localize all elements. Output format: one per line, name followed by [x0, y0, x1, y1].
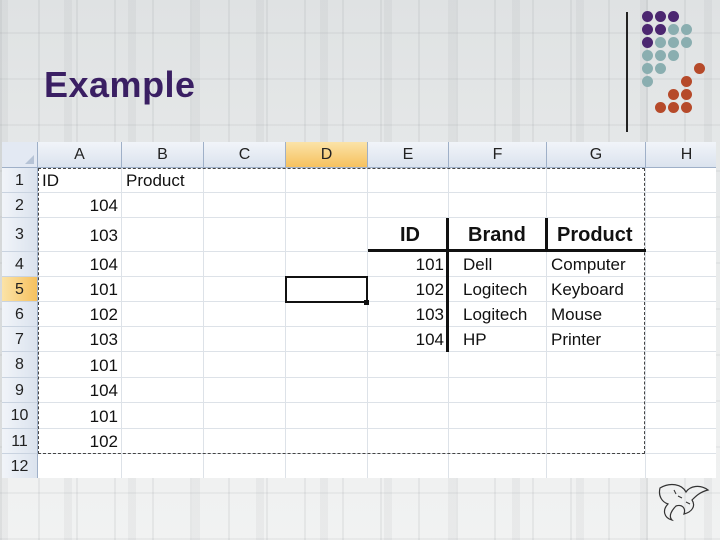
- dot: [681, 37, 692, 48]
- dragon-logo-icon: [658, 483, 710, 522]
- dot: [642, 24, 653, 35]
- dot: [668, 24, 679, 35]
- column-header-h[interactable]: H: [646, 142, 716, 168]
- lookup-cell-e5[interactable]: 102: [368, 280, 444, 300]
- row-header-5[interactable]: 5: [2, 277, 38, 302]
- dot: [668, 11, 679, 22]
- row-header-1[interactable]: 1: [2, 168, 38, 193]
- lookup-cell-e4[interactable]: 101: [368, 255, 444, 275]
- dot: [655, 102, 666, 113]
- dot: [668, 50, 679, 61]
- lookup-cell-g5[interactable]: Keyboard: [551, 280, 624, 300]
- row-header-4[interactable]: 4: [2, 252, 38, 277]
- column-header-f[interactable]: F: [449, 142, 547, 168]
- dot: [668, 37, 679, 48]
- column-header-c[interactable]: C: [204, 142, 286, 168]
- gridline: [645, 168, 646, 478]
- lookup-header-id[interactable]: ID: [368, 224, 420, 247]
- dot: [668, 89, 679, 100]
- dot: [681, 89, 692, 100]
- dot: [655, 11, 666, 22]
- dot: [694, 63, 705, 74]
- row-header-8[interactable]: 8: [2, 352, 38, 378]
- lookup-cell-g6[interactable]: Mouse: [551, 305, 602, 325]
- dot: [642, 11, 653, 22]
- row-header-12[interactable]: 12: [2, 454, 38, 478]
- dot: [642, 37, 653, 48]
- row-header-3[interactable]: 3: [2, 218, 38, 252]
- lookup-cell-f7[interactable]: HP: [463, 330, 487, 350]
- dot: [668, 102, 679, 113]
- lookup-cell-f5[interactable]: Logitech: [463, 280, 527, 300]
- dot: [655, 37, 666, 48]
- column-header-g[interactable]: G: [547, 142, 646, 168]
- spreadsheet: A B C D E F G H 1 2 3 4 5 6 7 8 9 10 11 …: [2, 142, 716, 478]
- column-header-e[interactable]: E: [368, 142, 449, 168]
- lookup-cell-e6[interactable]: 103: [368, 305, 444, 325]
- table-column-border: [446, 218, 449, 352]
- dot: [655, 24, 666, 35]
- lookup-cell-g7[interactable]: Printer: [551, 330, 601, 350]
- table-header-border: [368, 249, 646, 252]
- dot: [655, 50, 666, 61]
- lookup-cell-f4[interactable]: Dell: [463, 255, 492, 275]
- dot: [681, 24, 692, 35]
- dot: [681, 76, 692, 87]
- lookup-header-product[interactable]: Product: [557, 224, 633, 247]
- row-header-9[interactable]: 9: [2, 378, 38, 403]
- dot: [681, 102, 692, 113]
- lookup-cell-g4[interactable]: Computer: [551, 255, 626, 275]
- row-header-11[interactable]: 11: [2, 429, 38, 454]
- row-header-6[interactable]: 6: [2, 302, 38, 327]
- row-header-10[interactable]: 10: [2, 403, 38, 429]
- select-all-icon: [25, 155, 34, 164]
- row-header-7[interactable]: 7: [2, 327, 38, 352]
- dot: [642, 63, 653, 74]
- lookup-cell-f6[interactable]: Logitech: [463, 305, 527, 325]
- dot: [642, 50, 653, 61]
- dot: [655, 63, 666, 74]
- select-all-button[interactable]: [2, 142, 38, 168]
- lookup-cell-e7[interactable]: 104: [368, 330, 444, 350]
- row-header-2[interactable]: 2: [2, 193, 38, 218]
- lookup-header-brand[interactable]: Brand: [468, 224, 526, 247]
- column-header-d[interactable]: D: [286, 142, 368, 168]
- column-header-a[interactable]: A: [38, 142, 122, 168]
- slide-title: Example: [44, 64, 196, 105]
- active-cell-d5[interactable]: [285, 276, 368, 303]
- dot: [642, 76, 653, 87]
- divider-line: [626, 12, 628, 132]
- table-column-border: [545, 218, 548, 252]
- column-header-b[interactable]: B: [122, 142, 204, 168]
